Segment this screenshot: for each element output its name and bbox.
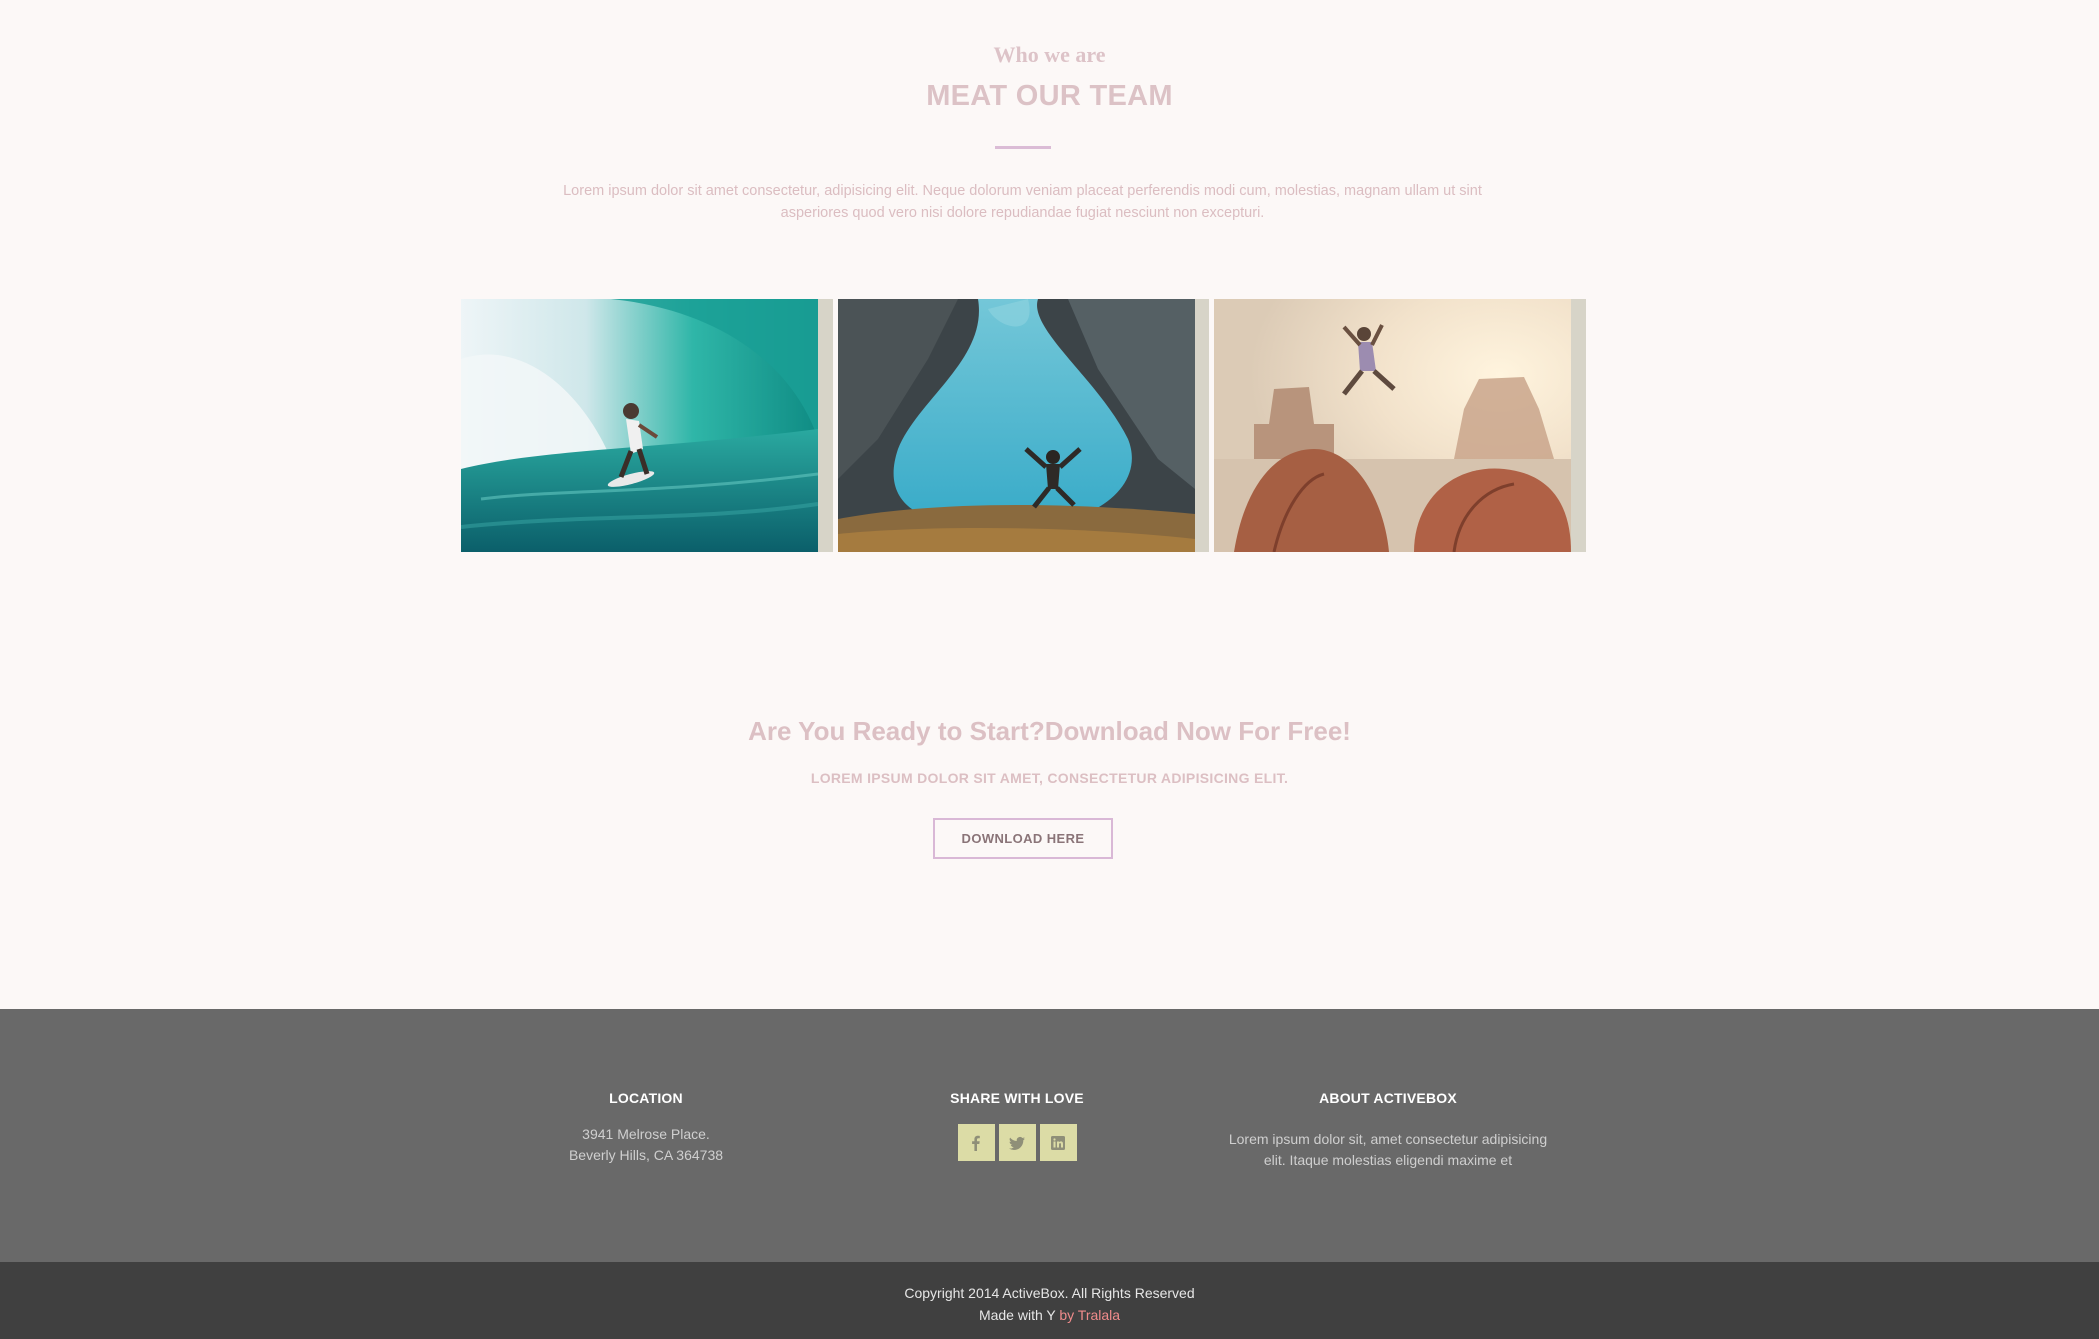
facebook-button[interactable] bbox=[957, 1124, 995, 1161]
made-with-line: Made with Y by Tralala bbox=[0, 1304, 2099, 1326]
copyright-text: Copyright 2014 ActiveBox. All Rights Res… bbox=[904, 1285, 1195, 1301]
section-intro: Lorem ipsum dolor sit amet consectetur, … bbox=[563, 183, 1482, 221]
twitter-button[interactable] bbox=[998, 1124, 1036, 1161]
facebook-icon bbox=[972, 1135, 980, 1151]
footer-bottom-bar: Copyright 2014 ActiveBox. All Rights Res… bbox=[0, 1262, 2099, 1339]
footer: LOCATION 3941 Melrose Place. Beverly Hil… bbox=[0, 1009, 2099, 1262]
lake-photo bbox=[837, 299, 1195, 552]
social-links bbox=[891, 1124, 1143, 1161]
title-divider bbox=[995, 146, 1051, 149]
page: Who we are MEAT OUR TEAM Lorem ipsum dol… bbox=[0, 0, 2099, 1339]
desert-photo bbox=[1214, 299, 1572, 552]
surfer-photo bbox=[461, 299, 818, 552]
cta-subtitle: LOREM IPSUM DOLOR SIT AMET, CONSECTETUR … bbox=[810, 770, 1289, 786]
footer-share: SHARE WITH LOVE bbox=[891, 1090, 1143, 1161]
about-heading: ABOUT ACTIVEBOX bbox=[1319, 1090, 1457, 1106]
about-line-2: elit. Itaque molestias eligendi maxime e… bbox=[1263, 1152, 1513, 1168]
gallery-card-lake[interactable] bbox=[837, 299, 1210, 552]
location-heading: LOCATION bbox=[609, 1090, 683, 1106]
section-title: MEAT OUR TEAM bbox=[926, 80, 1173, 112]
team-section: Who we are MEAT OUR TEAM Lorem ipsum dol… bbox=[0, 0, 2099, 1009]
about-line-1: Lorem ipsum dolor sit, amet consectetur … bbox=[1228, 1131, 1548, 1147]
download-button[interactable]: DOWNLOAD HERE bbox=[933, 818, 1113, 859]
location-address: 3941 Melrose Place. Beverly Hills, CA 36… bbox=[520, 1124, 772, 1166]
linkedin-button[interactable] bbox=[1039, 1124, 1077, 1161]
gallery-card-desert[interactable] bbox=[1214, 299, 1587, 552]
about-text: Lorem ipsum dolor sit, amet consectetur … bbox=[1208, 1129, 1568, 1171]
cta-title: Are You Ready to Start?Download Now For … bbox=[748, 716, 1351, 746]
linkedin-icon bbox=[1051, 1135, 1065, 1150]
twitter-icon bbox=[1009, 1136, 1025, 1150]
gallery-card-surfer[interactable] bbox=[461, 299, 833, 552]
section-eyebrow: Who we are bbox=[993, 42, 1106, 67]
address-line-1: 3941 Melrose Place. bbox=[582, 1126, 710, 1142]
made-with-prefix: Made with Y bbox=[978, 1307, 1060, 1323]
share-heading: SHARE WITH LOVE bbox=[950, 1090, 1084, 1106]
footer-about: ABOUT ACTIVEBOX Lorem ipsum dolor sit, a… bbox=[1208, 1090, 1568, 1171]
author-link[interactable]: by Tralala bbox=[1059, 1307, 1120, 1323]
team-gallery bbox=[461, 299, 1587, 552]
footer-location: LOCATION 3941 Melrose Place. Beverly Hil… bbox=[520, 1090, 772, 1166]
address-line-2: Beverly Hills, CA 364738 bbox=[568, 1147, 724, 1163]
